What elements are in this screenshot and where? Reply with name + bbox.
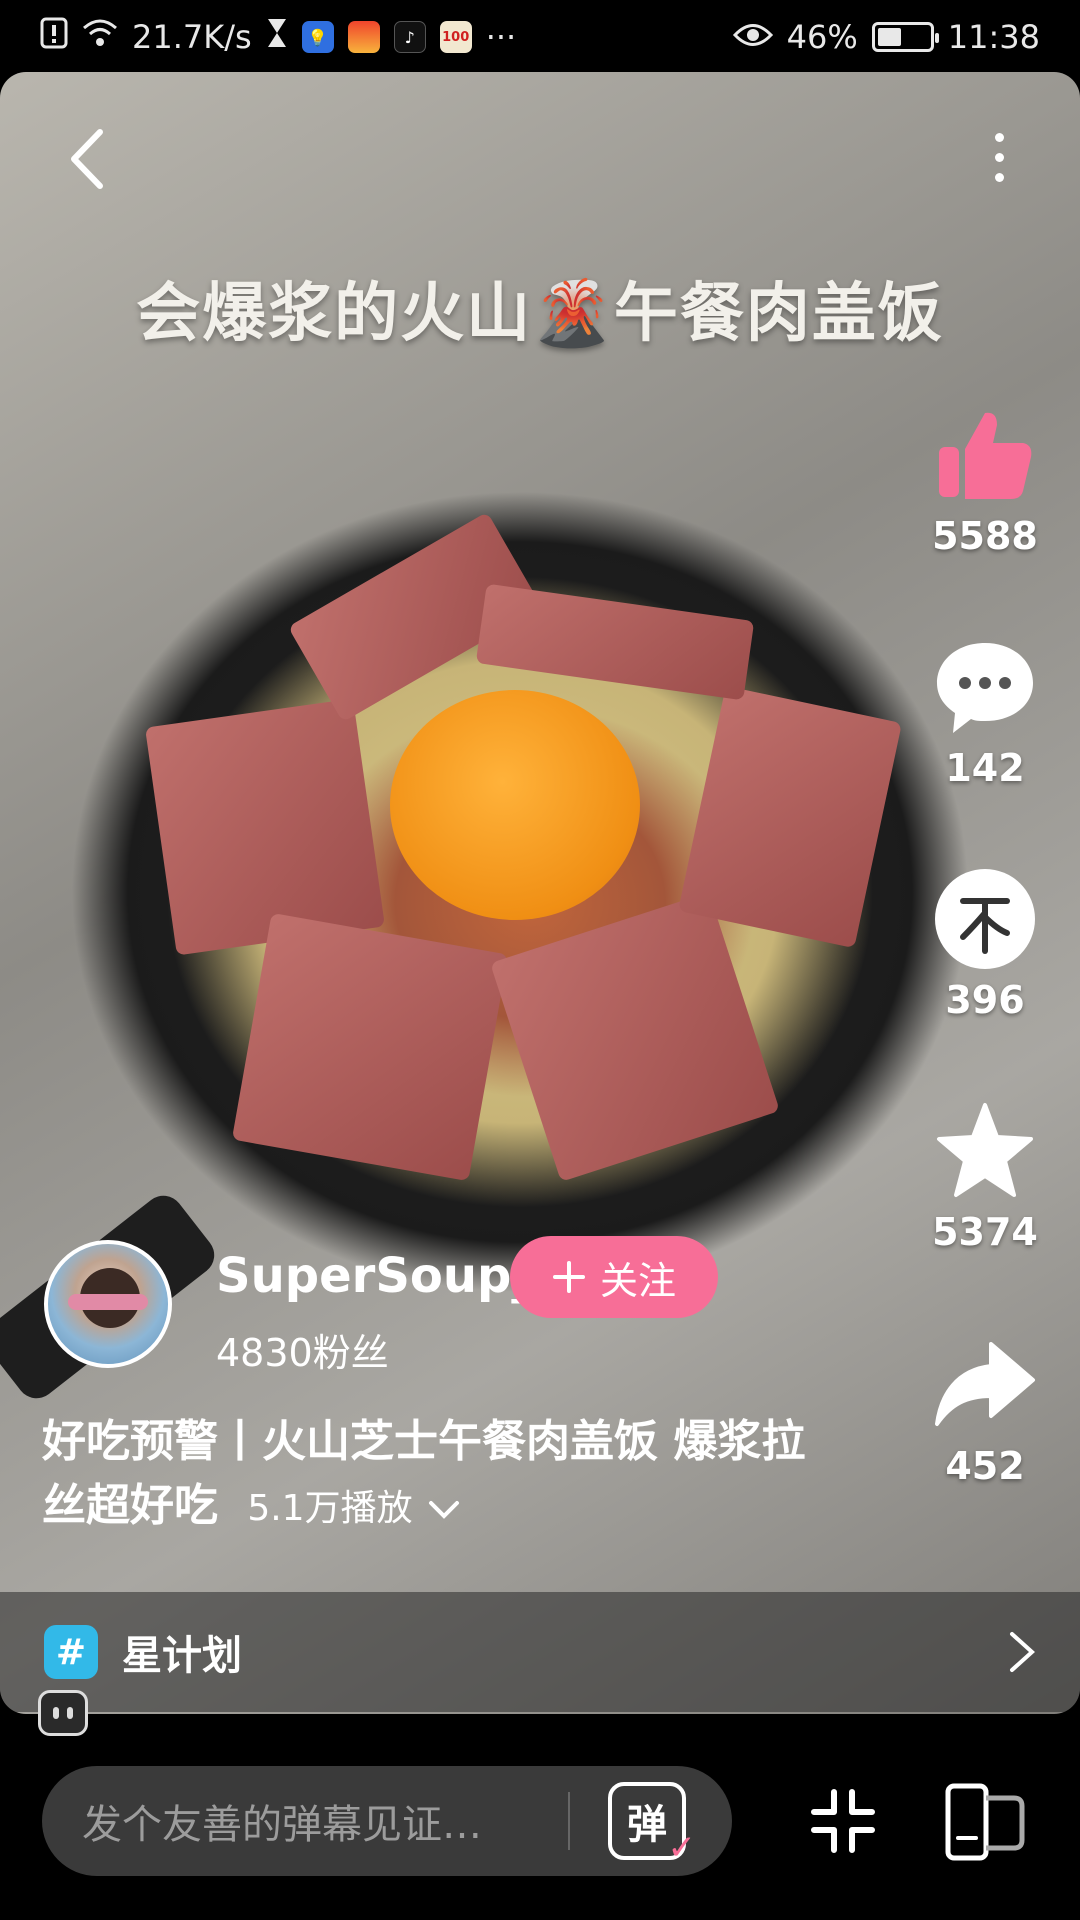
chevron-left-icon — [71, 129, 103, 189]
star-icon[interactable] — [930, 1096, 1040, 1206]
exit-fullscreen-button[interactable] — [808, 1786, 878, 1856]
star-plan-bar[interactable]: # 星计划 — [0, 1592, 1080, 1712]
fans-count: 4830粉丝 — [216, 1331, 389, 1375]
bulb-app-icon: 💡 — [301, 21, 334, 53]
more-options-button[interactable] — [974, 112, 1024, 202]
network-speed: 21.7K/s — [132, 18, 252, 56]
video-title-text: 好吃预警丨火山芝士午餐肉盖饭 爆浆拉丝超好吃 — [42, 1416, 806, 1531]
follow-label: 关注 — [599, 1258, 676, 1303]
coin-action[interactable]: 396 — [930, 864, 1040, 1022]
food-spam-slice — [490, 892, 780, 1182]
eye-icon — [732, 18, 773, 56]
video-caption: 会爆浆的火山🌋午餐肉盖饭 — [136, 277, 944, 351]
chevron-right-icon — [1010, 1632, 1035, 1672]
huawei-app-icon — [347, 21, 380, 53]
status-left: 21.7K/s 💡 ♪ 100 ··· — [40, 17, 516, 57]
battery-percent: 46% — [786, 18, 858, 56]
food-spam-slice — [145, 698, 385, 956]
hashtag-icon: # — [44, 1625, 98, 1679]
thumbs-up-icon[interactable] — [930, 400, 1040, 510]
danmaku-toggle-button[interactable]: 弹 — [608, 1782, 696, 1868]
play-count: 5.1万播放 — [247, 1488, 413, 1529]
plus-icon — [552, 1261, 585, 1293]
food-spam-slice — [475, 583, 755, 701]
food-egg-yolk — [390, 690, 640, 920]
follow-button[interactable]: 关注 — [510, 1236, 718, 1318]
share-arrow-icon[interactable] — [930, 1330, 1040, 1440]
hourglass-icon — [266, 17, 288, 57]
100-app-icon: 100 — [439, 21, 472, 53]
danmaku-placeholder: 发个友善的弹幕见证… — [82, 1802, 482, 1848]
collapse-icon — [811, 1789, 875, 1853]
comment-action[interactable]: 142 — [930, 632, 1040, 790]
divider — [568, 1792, 570, 1850]
food-spam-slice — [231, 912, 509, 1182]
like-count: 5588 — [932, 514, 1038, 558]
wifi-icon — [82, 18, 118, 56]
battery-icon — [871, 22, 939, 52]
status-right: 46% 11:38 — [732, 18, 1040, 56]
rotate-screen-button[interactable] — [944, 1782, 1026, 1862]
comment-count: 142 — [945, 746, 1025, 790]
coin-icon[interactable] — [930, 864, 1040, 974]
share-count: 452 — [945, 1444, 1025, 1488]
coin-count: 396 — [945, 978, 1025, 1022]
favorite-action[interactable]: 5374 — [930, 1096, 1040, 1254]
video-title[interactable]: 好吃预警丨火山芝士午餐肉盖饭 爆浆拉丝超好吃 5.1万播放 — [42, 1410, 842, 1541]
alert-icon — [40, 17, 68, 57]
share-action[interactable]: 452 — [930, 1330, 1040, 1488]
tv-robot-icon[interactable] — [38, 1690, 88, 1736]
back-button[interactable] — [56, 114, 116, 204]
favorite-count: 5374 — [932, 1210, 1038, 1254]
avatar[interactable] — [44, 1240, 172, 1368]
more-dots-icon: ··· — [485, 18, 517, 56]
like-action[interactable]: 5588 — [930, 400, 1040, 558]
food-spam-slice — [678, 685, 902, 949]
star-plan-label: 星计划 — [122, 1633, 242, 1679]
status-bar: 21.7K/s 💡 ♪ 100 ··· 46% 11:38 — [0, 0, 1080, 74]
video-player[interactable]: 会爆浆的火山🌋午餐肉盖饭 5588 142 396 5374 452 Super… — [0, 72, 1080, 1714]
device-rotate-icon — [945, 1783, 1025, 1861]
tiktok-app-icon: ♪ — [393, 21, 426, 53]
clock: 11:38 — [947, 18, 1040, 56]
chevron-down-icon[interactable] — [428, 1500, 460, 1520]
comment-bubble-icon[interactable] — [930, 632, 1040, 742]
author-name[interactable]: SuperSoup_ — [216, 1248, 535, 1304]
vertical-dots-icon — [994, 132, 1004, 142]
